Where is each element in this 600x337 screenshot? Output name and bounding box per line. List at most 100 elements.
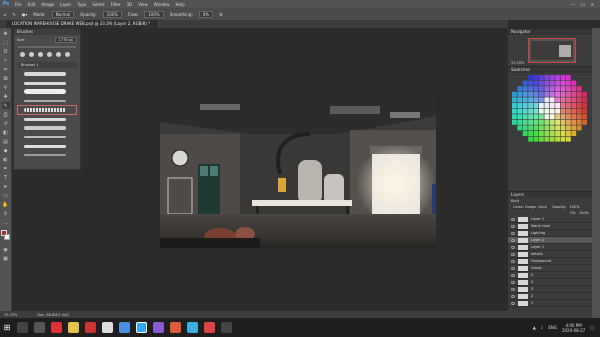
menu-3d[interactable]: 3D bbox=[124, 2, 136, 7]
healing-tool-icon[interactable]: ✚ bbox=[2, 93, 10, 100]
color-swatch[interactable] bbox=[549, 131, 555, 136]
color-swatch[interactable] bbox=[582, 108, 587, 114]
color-swatch[interactable] bbox=[576, 86, 582, 92]
brush-preset[interactable] bbox=[18, 151, 76, 159]
color-swatch[interactable] bbox=[571, 108, 577, 114]
color-swatch[interactable] bbox=[528, 125, 533, 131]
color-swatch[interactable] bbox=[560, 86, 566, 92]
color-swatch[interactable] bbox=[549, 103, 555, 108]
layer-row[interactable]: details bbox=[508, 251, 592, 258]
mode-select[interactable]: Normal bbox=[51, 10, 75, 18]
color-swatch[interactable] bbox=[544, 91, 550, 97]
hand-tool-icon[interactable]: ✋ bbox=[2, 201, 10, 208]
color-swatch[interactable] bbox=[539, 91, 544, 97]
color-swatch[interactable] bbox=[544, 103, 550, 108]
color-swatch[interactable] bbox=[560, 103, 566, 108]
flow-input[interactable]: 100% bbox=[144, 10, 164, 18]
visibility-eye-icon[interactable] bbox=[511, 287, 515, 291]
color-swatch[interactable] bbox=[544, 75, 550, 80]
color-swatch[interactable] bbox=[522, 119, 528, 125]
path-select-icon[interactable]: ➤ bbox=[2, 183, 10, 190]
layer-row[interactable]: Warm tone bbox=[508, 223, 592, 230]
color-swatch[interactable] bbox=[544, 114, 550, 120]
color-swatch[interactable] bbox=[539, 97, 544, 103]
brush-preset[interactable] bbox=[18, 115, 76, 123]
brush-preset[interactable] bbox=[18, 88, 76, 96]
history-brush-icon[interactable]: ↺ bbox=[2, 120, 10, 127]
quick-select-tool-icon[interactable]: ✧ bbox=[2, 57, 10, 64]
frame-tool-icon[interactable]: ⊠ bbox=[2, 75, 10, 82]
type-tool-icon[interactable]: T bbox=[2, 174, 10, 181]
color-swatch[interactable] bbox=[522, 114, 528, 120]
visibility-eye-icon[interactable] bbox=[511, 224, 515, 228]
color-swatch[interactable] bbox=[549, 97, 555, 103]
color-swatch[interactable] bbox=[522, 86, 528, 92]
eraser-tool-icon[interactable]: ◧ bbox=[2, 129, 10, 136]
layer-row[interactable]: 3 bbox=[508, 286, 592, 293]
color-swatch[interactable] bbox=[555, 97, 560, 103]
color-swatch[interactable] bbox=[582, 103, 587, 108]
color-swatch[interactable] bbox=[528, 103, 533, 108]
color-swatch[interactable] bbox=[539, 114, 544, 120]
color-swatch[interactable] bbox=[517, 103, 523, 108]
app-icon[interactable] bbox=[204, 322, 215, 333]
color-swatch[interactable] bbox=[522, 108, 528, 114]
color-swatch[interactable] bbox=[560, 136, 566, 142]
layer-opacity-input[interactable]: 100% bbox=[569, 205, 579, 209]
color-swatch[interactable] bbox=[533, 91, 539, 97]
app-icon[interactable] bbox=[85, 322, 96, 333]
color-swatch[interactable] bbox=[555, 103, 560, 108]
recent-brush[interactable] bbox=[56, 52, 61, 57]
color-swatch[interactable] bbox=[555, 136, 560, 142]
color-swatch[interactable] bbox=[528, 114, 533, 120]
brush-size-slider[interactable] bbox=[18, 46, 76, 48]
color-swatch[interactable] bbox=[539, 131, 544, 136]
minimize-button[interactable]: — bbox=[571, 2, 575, 7]
color-swatch[interactable] bbox=[533, 119, 539, 125]
color-swatch[interactable] bbox=[549, 80, 555, 86]
smoothing-input[interactable]: 0% bbox=[198, 10, 214, 18]
home-icon[interactable]: ⌂ bbox=[4, 12, 7, 17]
visibility-eye-icon[interactable] bbox=[511, 252, 515, 256]
color-swatch[interactable] bbox=[544, 86, 550, 92]
color-swatch[interactable] bbox=[566, 80, 571, 86]
color-swatch[interactable] bbox=[566, 119, 571, 125]
color-swatch[interactable] bbox=[560, 108, 566, 114]
windows-start-icon[interactable]: ⊞ bbox=[0, 318, 14, 337]
zoom-tool-icon[interactable]: ⚲ bbox=[2, 210, 10, 217]
brush-preset-picker[interactable]: ●▾ bbox=[22, 12, 28, 17]
color-swatch[interactable] bbox=[528, 75, 533, 80]
brush-preset[interactable] bbox=[18, 124, 76, 132]
color-swatch[interactable] bbox=[549, 91, 555, 97]
color-swatch[interactable] bbox=[517, 119, 523, 125]
visibility-eye-icon[interactable] bbox=[511, 280, 515, 284]
color-swatch[interactable] bbox=[512, 103, 517, 108]
visibility-eye-icon[interactable] bbox=[511, 238, 515, 242]
layer-row[interactable]: 5 bbox=[508, 272, 592, 279]
color-swatch[interactable] bbox=[571, 114, 577, 120]
color-swatch[interactable] bbox=[571, 91, 577, 97]
color-swatch[interactable] bbox=[571, 125, 577, 131]
color-swatch[interactable] bbox=[571, 97, 577, 103]
color-swatch[interactable] bbox=[517, 97, 523, 103]
color-swatch[interactable] bbox=[555, 75, 560, 80]
search-icon[interactable] bbox=[17, 322, 28, 333]
app-icon[interactable] bbox=[119, 322, 130, 333]
color-swatch[interactable] bbox=[522, 131, 528, 136]
color-swatch[interactable] bbox=[549, 114, 555, 120]
color-swatch[interactable] bbox=[539, 80, 544, 86]
color-swatch[interactable] bbox=[544, 119, 550, 125]
layer-row[interactable]: 4 bbox=[508, 279, 592, 286]
visibility-eye-icon[interactable] bbox=[511, 259, 515, 263]
pen-tool-icon[interactable]: ✒ bbox=[2, 165, 10, 172]
gradient-tool-icon[interactable]: ▤ bbox=[2, 138, 10, 145]
color-swatch[interactable] bbox=[576, 108, 582, 114]
brush-tool-icon[interactable]: ✎ bbox=[1, 102, 10, 109]
color-swatch-grid[interactable] bbox=[512, 75, 588, 143]
layer-row[interactable]: Layer 1 bbox=[508, 244, 592, 251]
color-swatch[interactable] bbox=[555, 86, 560, 92]
color-swatch[interactable] bbox=[566, 108, 571, 114]
network-icon[interactable]: ▲ bbox=[533, 325, 536, 330]
color-swatch[interactable] bbox=[539, 136, 544, 142]
move-tool-icon[interactable]: ✥ bbox=[2, 30, 10, 37]
